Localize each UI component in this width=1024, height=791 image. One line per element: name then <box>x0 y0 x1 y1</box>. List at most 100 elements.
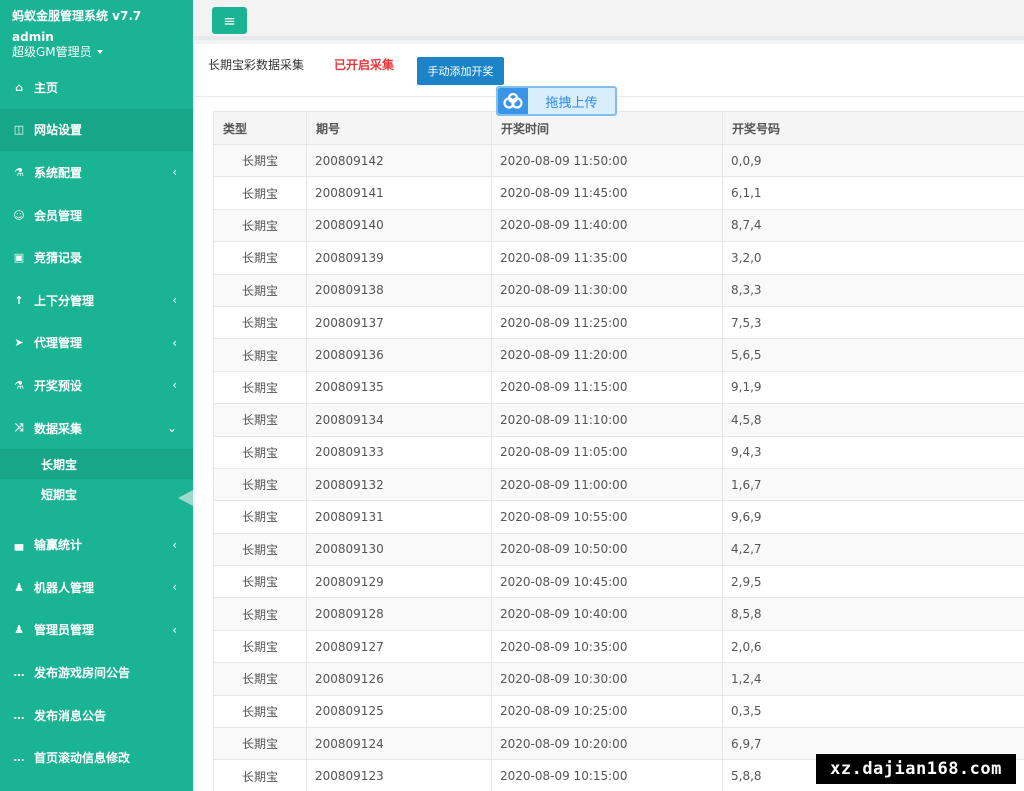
chevron-down-icon: ⌄ <box>166 421 177 436</box>
caret-down-icon <box>96 50 103 54</box>
sidebar-item[interactable]: ♟ 机器人管理 ‹ <box>0 566 193 609</box>
cell-type: 长期宝 <box>213 727 307 761</box>
site-watermark: xz.dajian168.com <box>816 754 1016 784</box>
cell-issue: 200809132 <box>306 467 492 502</box>
cell-issue: 200809131 <box>306 500 492 534</box>
sidebar-item[interactable]: ⚗ 系统配置 ‹ <box>0 151 193 194</box>
cell-time: 2020-08-09 10:40:00 <box>491 597 723 631</box>
chevron-left-icon: ‹ <box>172 335 177 350</box>
cell-time: 2020-08-09 11:20:00 <box>491 338 723 372</box>
cloud-upload-icon <box>498 88 528 114</box>
sidebar-item[interactable]: … 首页滚动信息修改 <box>0 736 193 779</box>
chevron-left-icon: ‹ <box>172 293 177 308</box>
sidebar-item[interactable]: ➤ 代理管理 ‹ <box>0 322 193 365</box>
cell-type: 长期宝 <box>213 467 307 502</box>
cell-numbers: 0,0,9 <box>722 143 1024 178</box>
cell-time: 2020-08-09 11:00:00 <box>491 467 723 502</box>
user-role-label: 超级GM管理员 <box>12 45 92 59</box>
sidebar-item-label: 网站设置 <box>34 123 83 138</box>
sidebar-subitem[interactable]: 短期宝 <box>0 479 193 509</box>
table-row: 长期宝 200809136 2020-08-09 11:20:00 5,6,5 <box>213 338 1024 372</box>
cell-numbers: 8,5,8 <box>722 597 1024 631</box>
main-content: 长期宝彩数据采集 已开启采集 手动添加开奖 拖拽上传 类型 期号 开奖时间 开奖… <box>193 44 1024 791</box>
cell-type: 长期宝 <box>213 532 307 567</box>
cell-type: 长期宝 <box>213 403 307 437</box>
brand-block: 蚂蚁金服管理系统 v7.7 admin 超级GM管理员 <box>0 0 193 66</box>
sidebar-item[interactable]: ⤨ 数据采集 ⌄ <box>0 407 193 450</box>
bars-icon: ≡ <box>223 11 236 30</box>
table-row: 长期宝 200809129 2020-08-09 10:45:00 2,9,5 <box>213 565 1024 599</box>
cell-type: 长期宝 <box>213 565 307 599</box>
sidebar-item-label: 管理员管理 <box>34 623 95 638</box>
sidebar-item-label: 会员管理 <box>34 208 83 223</box>
chevron-left-icon: ‹ <box>172 622 177 637</box>
cell-numbers: 4,2,7 <box>722 532 1024 567</box>
table-row: 长期宝 200809130 2020-08-09 10:50:00 4,2,7 <box>213 532 1024 567</box>
chevron-left-icon: ‹ <box>172 580 177 595</box>
cell-type: 长期宝 <box>213 500 307 534</box>
table-row: 长期宝 200809128 2020-08-09 10:40:00 8,5,8 <box>213 597 1024 631</box>
cell-time: 2020-08-09 11:25:00 <box>491 305 723 340</box>
menu-toggle-button[interactable]: ≡ <box>212 7 247 34</box>
drag-upload-widget[interactable]: 拖拽上传 <box>496 86 617 116</box>
male-icon: ♟ <box>14 623 24 637</box>
cell-type: 长期宝 <box>213 273 307 307</box>
table-row: 长期宝 200809131 2020-08-09 10:55:00 9,6,9 <box>213 500 1024 534</box>
cell-numbers: 4,5,8 <box>722 403 1024 437</box>
cell-numbers: 7,5,3 <box>722 305 1024 340</box>
cell-type: 长期宝 <box>213 597 307 631</box>
chevron-left-icon: ‹ <box>172 378 177 393</box>
sidebar-item[interactable]: ▄ 输赢统计 ‹ <box>0 523 193 566</box>
cell-time: 2020-08-09 11:10:00 <box>491 403 723 437</box>
table-row: 长期宝 200809141 2020-08-09 11:45:00 6,1,1 <box>213 176 1024 210</box>
sidebar-item[interactable]: ◫ 网站设置 <box>0 108 193 152</box>
cell-time: 2020-08-09 10:30:00 <box>491 662 723 696</box>
cell-numbers: 0,3,5 <box>722 694 1024 729</box>
user-name: admin <box>12 30 54 44</box>
cell-issue: 200809129 <box>306 565 492 599</box>
cell-time: 2020-08-09 10:25:00 <box>491 694 723 729</box>
cell-type: 长期宝 <box>213 759 307 791</box>
cell-issue: 200809136 <box>306 338 492 372</box>
flask-icon: ⚗ <box>14 378 24 392</box>
table-row: 长期宝 200809126 2020-08-09 10:30:00 1,2,4 <box>213 662 1024 696</box>
submenu-spacer <box>0 509 193 523</box>
sidebar-item[interactable]: ⌂ 主页 <box>0 66 193 109</box>
sidebar-item[interactable]: … 发布消息公告 <box>0 694 193 737</box>
flask-icon: ⚗ <box>14 165 24 179</box>
cell-issue: 200809127 <box>306 629 492 664</box>
cell-time: 2020-08-09 11:50:00 <box>491 143 723 178</box>
columns-icon: ◫ <box>13 123 25 137</box>
sidebar-item[interactable]: ☺ 会员管理 <box>0 194 193 237</box>
cell-numbers: 6,1,1 <box>722 176 1024 210</box>
panel-title: 长期宝彩数据采集 <box>208 58 305 72</box>
sidebar-subitem[interactable]: 长期宝 <box>0 449 193 480</box>
cell-type: 长期宝 <box>213 241 307 275</box>
chevron-left-icon: ‹ <box>172 537 177 552</box>
col-header-type: 类型 <box>213 111 307 145</box>
user-role-dropdown[interactable]: 超级GM管理员 <box>12 44 181 60</box>
sidebar-item[interactable]: ⚗ 开奖预设 ‹ <box>0 364 193 407</box>
random-icon: ⤨ <box>14 421 24 435</box>
cell-numbers: 3,2,0 <box>722 241 1024 275</box>
sidebar-item[interactable]: … 发布游戏房间公告 <box>0 651 193 694</box>
comment-icon: … <box>13 665 25 679</box>
cell-issue: 200809124 <box>306 727 492 761</box>
draw-results-table: 类型 期号 开奖时间 开奖号码 长期宝 200809142 2020-08-09 1… <box>213 111 1024 791</box>
sidebar-item-label: 主页 <box>34 80 59 95</box>
cell-issue: 200809133 <box>306 435 492 469</box>
comment-icon: … <box>13 708 25 722</box>
cell-type: 长期宝 <box>213 305 307 340</box>
add-draw-button[interactable]: 手动添加开奖 <box>417 57 504 85</box>
cell-issue: 200809138 <box>306 273 492 307</box>
cell-type: 长期宝 <box>213 338 307 372</box>
cell-time: 2020-08-09 10:50:00 <box>491 532 723 567</box>
cell-numbers: 9,1,9 <box>722 370 1024 405</box>
cell-issue: 200809142 <box>306 143 492 178</box>
sidebar-item-label: 数据采集 <box>34 421 83 436</box>
sidebar-item[interactable]: ♟ 管理员管理 ‹ <box>0 609 193 652</box>
sidebar-item-label: 开奖预设 <box>34 378 83 393</box>
sidebar-item[interactable]: ↑ 上下分管理 ‹ <box>0 279 193 322</box>
sidebar-item[interactable]: ▣ 竞猜记录 <box>0 236 193 279</box>
sidebar-item-label: 输赢统计 <box>34 538 83 553</box>
